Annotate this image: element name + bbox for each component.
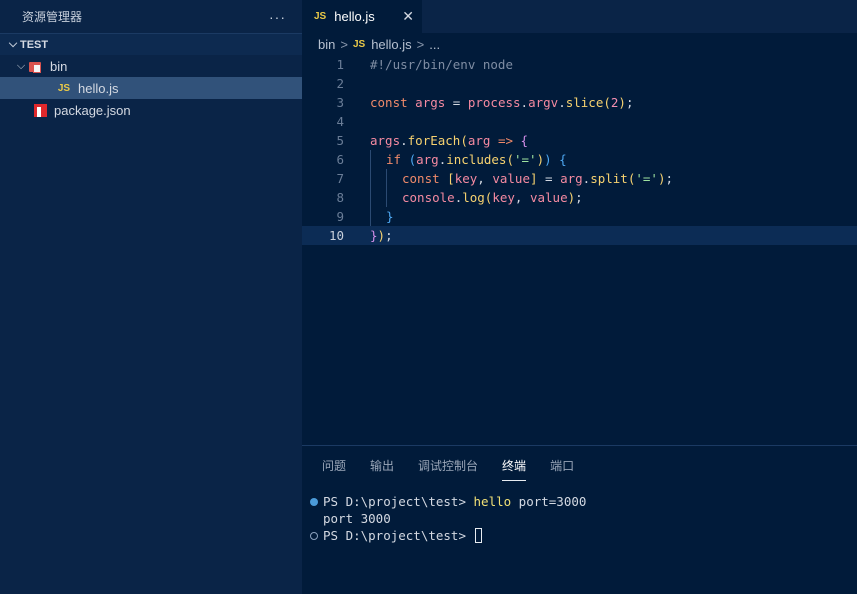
tab-hello-js[interactable]: JS hello.js ✕ [302, 0, 422, 33]
js-file-icon: JS [314, 11, 327, 22]
terminal-line: port 3000 [323, 511, 391, 526]
folder-bin-icon [28, 58, 44, 74]
code-line: 5 args.forEach(arg => { [302, 131, 857, 150]
code-line: 1 #!/usr/bin/env node [302, 55, 857, 74]
tab-output[interactable]: 输出 [370, 453, 394, 478]
chevron-down-icon: ⌵ [16, 59, 26, 72]
editor-area: JS hello.js ✕ bin > JS hello.js > ... 1 … [302, 0, 857, 445]
code-line: 4 [302, 112, 857, 131]
workspace-section-header[interactable]: ⌵ TEST [0, 33, 302, 55]
more-actions-icon[interactable]: ··· [269, 9, 286, 25]
line-number: 2 [336, 76, 344, 91]
terminal-cursor [474, 528, 482, 543]
code-line: 8 console.log(key, value); [302, 188, 857, 207]
indent-guide [370, 207, 371, 226]
tree-item-label: package.json [54, 102, 131, 118]
tree-item-package-json[interactable]: package.json [0, 99, 302, 121]
indent-guide [370, 188, 371, 207]
code-line: 3 const args = process.argv.slice(2); [302, 93, 857, 112]
js-file-icon: JS [57, 82, 71, 94]
code-text: } [386, 209, 394, 224]
code-text: console.log(key, value); [402, 190, 583, 205]
workspace-name: TEST [20, 38, 49, 51]
breadcrumb-file[interactable]: JS hello.js [353, 37, 412, 52]
line-number: 3 [336, 95, 344, 110]
tab-debug-console[interactable]: 调试控制台 [418, 453, 478, 478]
terminal[interactable]: PS D:\project\test> hello port=3000 port… [310, 493, 586, 544]
js-file-icon: JS [352, 38, 366, 50]
breadcrumb-separator: > [340, 36, 348, 52]
tree-item-label: bin [50, 58, 68, 74]
editor-tabs: JS hello.js ✕ [302, 0, 857, 33]
line-number: 6 [336, 152, 344, 167]
command-success-icon[interactable] [310, 497, 318, 506]
breadcrumb-separator: > [416, 36, 425, 52]
code-editor[interactable]: 1 #!/usr/bin/env node 2 3 const args = p… [302, 55, 857, 245]
npm-file-icon [32, 102, 48, 118]
tab-terminal[interactable]: 终端 [502, 453, 527, 481]
line-number: 8 [336, 190, 344, 205]
breadcrumb: bin > JS hello.js > ... [302, 33, 857, 55]
code-line: 7 const [key, value] = arg.split('='); [302, 169, 857, 188]
explorer-sidebar: 资源管理器 ··· ⌵ TEST ⌵ bin JS hello.js packa… [0, 0, 302, 594]
code-text: }); [370, 228, 393, 243]
line-number: 1 [336, 57, 344, 72]
line-number: 7 [336, 171, 344, 186]
line-number: 5 [336, 133, 344, 148]
terminal-line: PS D:\project\test> hello port=3000 [310, 493, 586, 510]
bottom-panel: 问题 输出 调试控制台 终端 端口 PS D:\project\test> he… [302, 445, 857, 594]
tree-item-label: hello.js [78, 80, 119, 96]
code-line: 2 [302, 74, 857, 93]
indent-guide [386, 188, 387, 207]
code-text: if (arg.includes('=')) { [386, 152, 567, 167]
code-line-active: 10 }); [302, 226, 857, 245]
breadcrumb-folder[interactable]: bin [318, 37, 335, 52]
chevron-down-icon: ⌵ [8, 38, 18, 50]
indent-guide [370, 150, 371, 169]
tab-ports[interactable]: 端口 [550, 453, 574, 478]
tab-label: hello.js [334, 9, 375, 24]
terminal-line: PS D:\project\test> [310, 527, 586, 544]
code-line: 6 if (arg.includes('=')) { [302, 150, 857, 169]
indent-guide [370, 169, 371, 188]
code-line: 9 } [302, 207, 857, 226]
code-text: const args = process.argv.slice(2); [370, 95, 634, 110]
line-number: 10 [328, 228, 344, 243]
breadcrumb-more[interactable]: ... [429, 37, 440, 52]
code-text: const [key, value] = arg.split('='); [402, 171, 674, 186]
indent-guide [386, 169, 387, 188]
explorer-title: 资源管理器 [22, 10, 83, 24]
tree-item-hello-js[interactable]: JS hello.js [0, 77, 302, 99]
code-text: #!/usr/bin/env node [370, 57, 513, 72]
close-icon[interactable]: ✕ [402, 8, 414, 25]
line-number: 4 [336, 114, 344, 129]
command-pending-icon[interactable] [310, 531, 318, 540]
line-number: 9 [336, 209, 344, 224]
explorer-header: 资源管理器 ··· [0, 0, 302, 33]
tree-item-bin[interactable]: ⌵ bin [0, 55, 302, 77]
code-text: args.forEach(arg => { [370, 133, 529, 148]
panel-tabs: 问题 输出 调试控制台 终端 端口 [302, 446, 857, 484]
tab-problems[interactable]: 问题 [322, 453, 346, 478]
